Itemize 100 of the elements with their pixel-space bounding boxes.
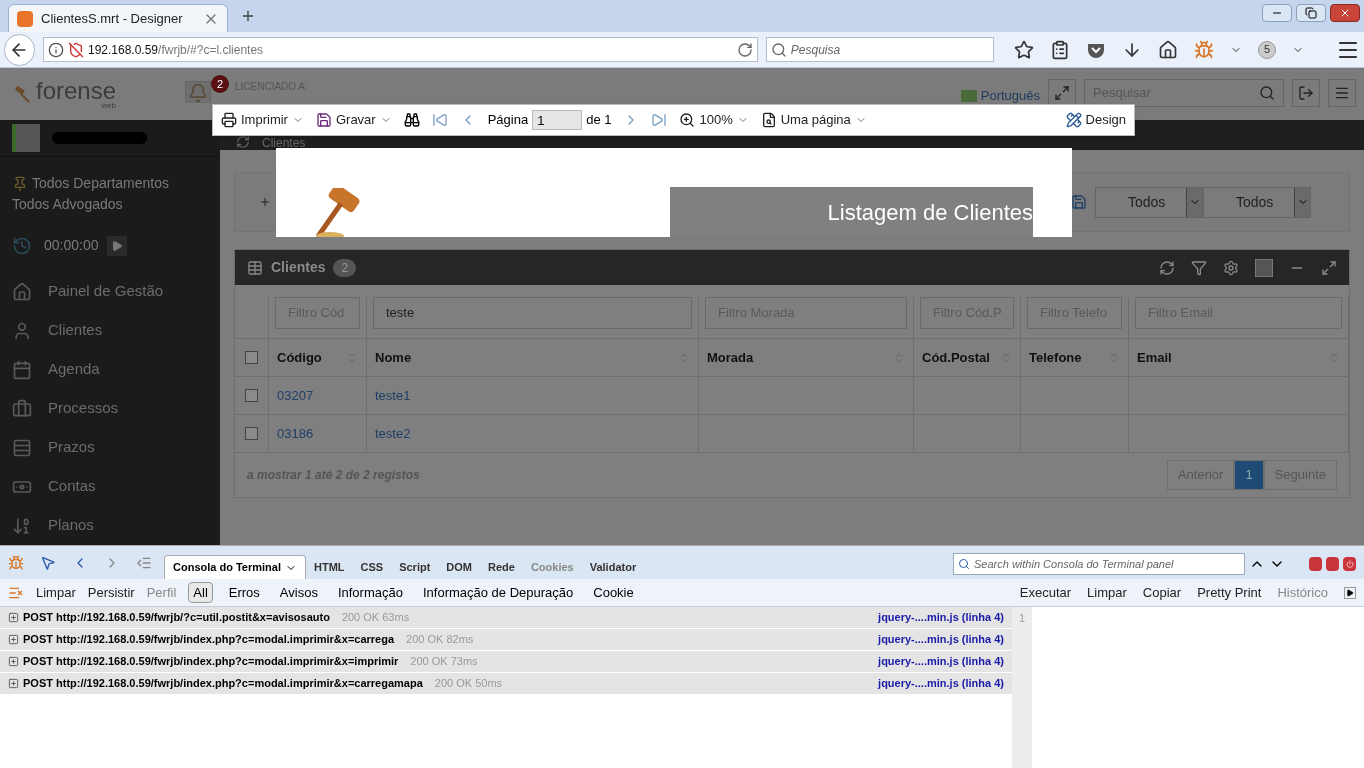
first-page-icon[interactable] xyxy=(431,112,448,128)
close-button[interactable] xyxy=(1330,4,1360,22)
log-entry[interactable]: POST http://192.168.0.59/fwrjb/index.php?c=modal.imprimir&x=imprimir 200 OK 73ms jquery-....min.js (linha 4) xyxy=(0,651,1012,673)
bug-icon[interactable] xyxy=(1194,39,1214,60)
nav-item[interactable]: Prazos xyxy=(48,436,95,459)
refresh-icon[interactable] xyxy=(236,135,250,149)
panel-tab[interactable]: CSS xyxy=(352,555,392,579)
filter-button[interactable]: Erros xyxy=(224,582,264,603)
source-link[interactable]: jquery-....min.js (linha 4) xyxy=(878,631,1004,648)
expand-icon[interactable] xyxy=(8,678,19,689)
nav-item[interactable]: Planos xyxy=(48,514,94,537)
source-link[interactable]: jquery-....min.js (linha 4) xyxy=(878,609,1004,626)
nav-item[interactable]: Clientes xyxy=(48,319,103,342)
column-header[interactable]: Email xyxy=(1137,347,1172,368)
minimize-button[interactable] xyxy=(1309,557,1322,571)
refresh-icon[interactable] xyxy=(1159,259,1175,276)
plus-icon[interactable] xyxy=(259,196,271,208)
back-button[interactable] xyxy=(4,33,35,66)
nav-item[interactable]: Painel de Gestão xyxy=(48,280,164,303)
search-field[interactable]: Pesquisa xyxy=(765,37,994,62)
page-field[interactable]: 1 xyxy=(532,110,583,130)
zoom-button[interactable]: 100% xyxy=(679,110,749,130)
user-icon[interactable] xyxy=(12,320,32,341)
log-entry[interactable]: POST http://192.168.0.59/fwrjb/?c=util.postit&x=avisosauto 200 OK 63ms jquery-....min.js (linha 4) xyxy=(0,607,1012,629)
reading-list-icon[interactable] xyxy=(1050,39,1070,60)
list-icon[interactable] xyxy=(136,555,152,571)
detach-button[interactable] xyxy=(1326,557,1339,571)
star-icon[interactable] xyxy=(1014,39,1034,60)
filter-button[interactable]: Avisos xyxy=(275,582,322,603)
panel-search-field[interactable]: Search within Consola do Terminal panel xyxy=(953,553,1245,575)
filter-label[interactable]: Todos Departamentos xyxy=(32,173,169,194)
expand-icon[interactable] xyxy=(8,656,19,667)
browser-tab[interactable]: ClientesS.mrt - Designer xyxy=(8,4,228,32)
log-entry[interactable]: POST http://192.168.0.59/fwrjb/index.php?c=modal.imprimir&x=carregamapa 200 OK 50ms jquery-....min.js (linha 4) xyxy=(0,673,1012,695)
toolbar-button[interactable]: Limpar xyxy=(36,582,76,603)
home-icon[interactable] xyxy=(1158,39,1178,60)
filter-label[interactable]: Todos Advogados xyxy=(12,194,123,215)
panel-tab[interactable]: HTML xyxy=(306,555,353,579)
select-all-checkbox[interactable] xyxy=(245,351,258,364)
more-button[interactable] xyxy=(1344,586,1356,599)
column-header[interactable]: Cód.Postal xyxy=(922,347,990,368)
address-bar[interactable]: 192.168.0.59/fwrjb/#?c=l.clientes xyxy=(42,37,758,62)
filter-button[interactable]: Informação de Depuração xyxy=(418,582,578,603)
design-button[interactable]: Design xyxy=(1065,110,1126,130)
logout-button[interactable] xyxy=(1292,79,1320,107)
settings-icon[interactable] xyxy=(1223,259,1239,276)
print-button[interactable]: Imprimir xyxy=(221,110,304,130)
save-button[interactable]: Gravar xyxy=(315,110,392,130)
filter-field[interactable]: teste xyxy=(373,297,692,329)
last-page-icon[interactable] xyxy=(651,112,668,128)
toolbar-button[interactable]: Copiar xyxy=(1142,582,1182,603)
column-header[interactable]: Telefone xyxy=(1029,347,1082,368)
inspect-icon[interactable] xyxy=(40,555,56,571)
column-header[interactable]: Código xyxy=(277,347,322,368)
panel-tab[interactable]: Rede xyxy=(480,555,523,579)
badge[interactable]: 5 xyxy=(1258,40,1276,59)
avatar xyxy=(12,124,40,152)
filter-button[interactable]: All xyxy=(188,581,213,604)
filter-button[interactable]: Cookie xyxy=(589,582,638,603)
nav-item[interactable]: Contas xyxy=(48,475,96,498)
rows-icon[interactable] xyxy=(12,437,32,458)
reload-icon[interactable] xyxy=(736,41,753,58)
panel-tab[interactable]: Script xyxy=(391,555,439,579)
filter-icon[interactable] xyxy=(1191,259,1207,276)
log-entry[interactable]: POST http://192.168.0.59/fwrjb/index.php?c=modal.imprimir&x=carrega 200 OK 82ms jquery-....min.js (linha 4) xyxy=(0,629,1012,651)
panel-tab[interactable]: Consola do Terminal xyxy=(164,555,306,579)
save-icon[interactable] xyxy=(1071,194,1087,210)
power-button[interactable] xyxy=(1343,557,1356,571)
panel-tab[interactable]: DOM xyxy=(438,555,480,579)
find-icon[interactable] xyxy=(403,112,420,128)
expand-icon[interactable] xyxy=(8,634,19,645)
source-link[interactable]: jquery-....min.js (linha 4) xyxy=(878,653,1004,670)
bug-icon[interactable] xyxy=(8,555,24,571)
row-checkbox[interactable] xyxy=(245,389,258,402)
minimize-button[interactable] xyxy=(1262,4,1292,22)
new-tab-icon[interactable] xyxy=(240,8,256,24)
column-header[interactable]: Morada xyxy=(707,347,754,368)
expand-icon[interactable] xyxy=(1321,259,1337,276)
column-header[interactable]: Nome xyxy=(375,347,412,368)
menu-button[interactable] xyxy=(1328,79,1356,107)
nav-item[interactable]: Processos xyxy=(48,397,119,420)
play-button[interactable] xyxy=(106,235,127,256)
toolbar-button[interactable]: Executar xyxy=(1019,582,1072,603)
calendar-icon[interactable] xyxy=(12,359,32,380)
expand-icon[interactable] xyxy=(8,612,19,623)
toolbar-button[interactable]: Limpar xyxy=(1087,582,1127,603)
row-checkbox[interactable] xyxy=(245,427,258,440)
panel-tab[interactable]: Validator xyxy=(581,555,645,579)
source-link[interactable]: jquery-....min.js (linha 4) xyxy=(878,675,1004,692)
filter-button[interactable]: Informação xyxy=(333,582,407,603)
restore-button[interactable] xyxy=(1296,4,1326,22)
view-mode-button[interactable]: Uma página xyxy=(760,110,867,130)
toolbar-button[interactable]: Pretty Print xyxy=(1197,582,1262,603)
select-field[interactable]: Todos xyxy=(1095,186,1203,218)
pagination-button[interactable]: 1 xyxy=(1234,460,1264,490)
briefcase-icon[interactable] xyxy=(12,398,32,419)
nav-item[interactable]: Agenda xyxy=(48,358,100,381)
color-swatch[interactable] xyxy=(1255,258,1273,277)
select-field[interactable]: Todos xyxy=(1203,186,1311,218)
toolbar-button[interactable]: Persistir xyxy=(87,582,135,603)
